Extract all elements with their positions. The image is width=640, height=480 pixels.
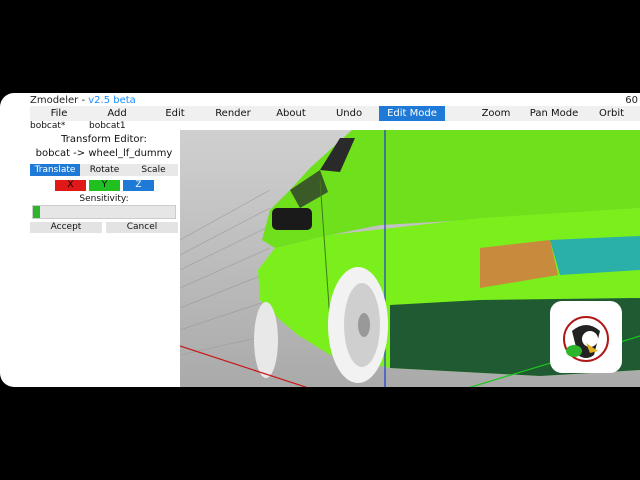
rotate-button[interactable]: Rotate [80, 164, 129, 176]
app-version: v2.5 beta [88, 95, 136, 106]
cancel-button[interactable]: Cancel [106, 222, 178, 233]
window-title: Zmodeler - v2.5 beta [30, 95, 136, 106]
transform-mode-row: Translate Rotate Scale [30, 164, 178, 176]
menu-render[interactable]: Render [204, 106, 262, 121]
panel-title: Transform Editor: [61, 134, 147, 145]
transform-target: bobcat -> wheel_lf_dummy [35, 148, 173, 159]
scale-button[interactable]: Scale [129, 164, 178, 176]
translate-button[interactable]: Translate [30, 164, 80, 176]
app-window: Zmodeler - v2.5 beta 60 File Add Edit Re… [0, 93, 640, 387]
side-mirror [272, 208, 312, 230]
menu-orbit[interactable]: Orbit [583, 106, 640, 121]
sensitivity-fill [33, 206, 41, 218]
menu-pan-mode[interactable]: Pan Mode [525, 106, 583, 121]
menu-zoom[interactable]: Zoom [467, 106, 525, 121]
menu-add[interactable]: Add [88, 106, 146, 121]
axis-y-button[interactable]: Y [89, 180, 120, 191]
sensitivity-label: Sensitivity: [79, 194, 129, 204]
menu-undo[interactable]: Undo [320, 106, 378, 121]
menu-file[interactable]: File [30, 106, 88, 121]
transform-editor-panel: Transform Editor: bobcat -> wheel_lf_dum… [28, 131, 180, 387]
fps-counter: 60 [625, 95, 638, 106]
axis-x-button[interactable]: X [55, 180, 86, 191]
menu-bar: File Add Edit Render About Undo Edit Mod… [30, 106, 640, 121]
menu-edit-mode[interactable]: Edit Mode [379, 106, 445, 121]
sensitivity-slider[interactable] [32, 205, 176, 219]
menu-about[interactable]: About [262, 106, 320, 121]
watermark-logo [550, 301, 622, 373]
accept-button[interactable]: Accept [30, 222, 102, 233]
app-name: Zmodeler [30, 95, 79, 106]
menu-edit[interactable]: Edit [146, 106, 204, 121]
axis-z-button[interactable]: Z [123, 180, 154, 191]
